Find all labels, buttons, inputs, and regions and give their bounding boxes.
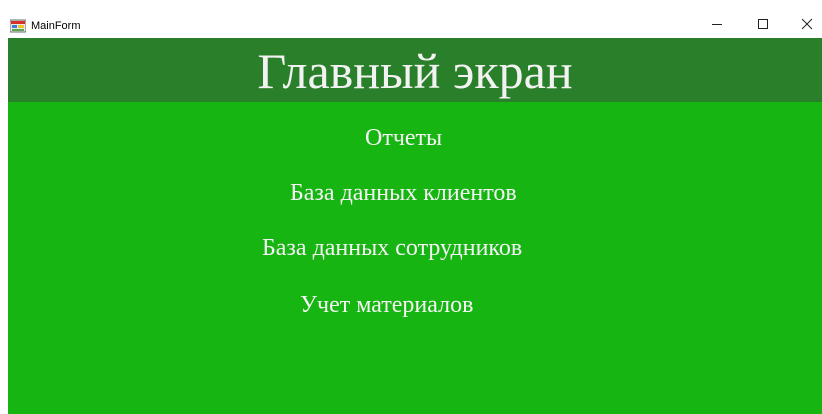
menu-item-clients-database[interactable]: База данных клиентов <box>290 178 517 208</box>
menu-item-materials-accounting[interactable]: Учет материалов <box>300 290 473 320</box>
page-title: Главный экран <box>257 43 573 99</box>
winforms-app-icon <box>9 19 27 33</box>
menu-item-employees-database[interactable]: База данных сотрудников <box>262 233 522 263</box>
maximize-button[interactable] <box>746 14 780 38</box>
minimize-icon <box>711 17 723 35</box>
minimize-button[interactable] <box>700 14 734 38</box>
title-bar[interactable]: MainForm <box>0 14 822 38</box>
header-banner: Главный экран <box>8 38 822 102</box>
window-title: MainForm <box>31 20 81 32</box>
close-icon <box>801 17 813 35</box>
menu-item-reports[interactable]: Отчеты <box>365 123 442 153</box>
maximize-icon <box>757 17 769 35</box>
close-button[interactable] <box>790 14 822 38</box>
main-window: MainForm Главный экран Отчеты База данны… <box>0 0 822 414</box>
main-content: Главный экран Отчеты База данных клиенто… <box>8 38 822 414</box>
